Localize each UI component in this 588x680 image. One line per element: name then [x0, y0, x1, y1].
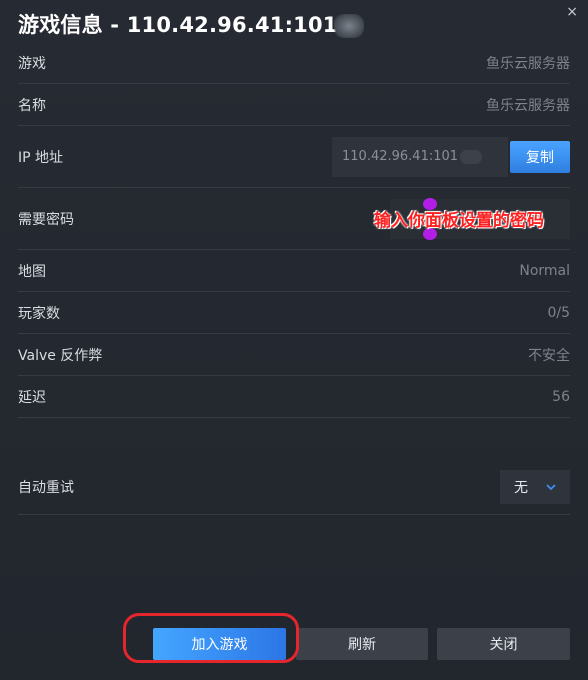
auto-retry-label: 自动重试 — [18, 480, 74, 496]
game-value: 鱼乐云服务器 — [486, 55, 570, 72]
dialog-title: 游戏信息 - 110.42.96.41:101 — [18, 9, 364, 39]
row-vac: Valve 反作弊 不安全 — [18, 334, 570, 376]
row-ip: IP 地址 110.42.96.41:101 复制 — [18, 126, 570, 188]
row-name: 名称 鱼乐云服务器 — [18, 84, 570, 126]
players-value: 0/5 — [547, 304, 570, 321]
chevron-down-icon — [546, 480, 556, 494]
ip-label: IP 地址 — [18, 149, 64, 166]
map-value: Normal — [519, 262, 570, 279]
dialog-title-text: 游戏信息 - 110.42.96.41:101 — [18, 13, 338, 37]
highlight-annotation-ring — [123, 613, 299, 663]
copy-button[interactable]: 复制 — [510, 140, 570, 173]
latency-label: 延迟 — [18, 389, 46, 406]
close-icon[interactable]: × — [566, 4, 578, 20]
password-annotation: 输入你面板设置的密码 — [374, 211, 544, 231]
name-value: 鱼乐云服务器 — [486, 97, 570, 114]
game-label: 游戏 — [18, 55, 46, 72]
row-latency: 延迟 56 — [18, 376, 570, 418]
row-game: 游戏 鱼乐云服务器 — [18, 42, 570, 84]
auto-retry-select[interactable]: 无 — [500, 470, 570, 504]
ip-address-field[interactable]: 110.42.96.41:101 — [332, 136, 508, 177]
close-button[interactable]: 关闭 — [437, 628, 570, 660]
ip-box: 110.42.96.41:101 复制 — [332, 136, 570, 177]
vac-label: Valve 反作弊 — [18, 347, 103, 364]
vac-value: 不安全 — [528, 347, 570, 364]
map-label: 地图 — [18, 263, 46, 280]
name-label: 名称 — [18, 97, 46, 114]
ip-address-value: 110.42.96.41:101 — [342, 149, 459, 164]
redacted-blur — [460, 149, 483, 164]
row-players: 玩家数 0/5 — [18, 292, 570, 334]
row-map: 地图 Normal — [18, 250, 570, 292]
redacted-blur — [333, 14, 364, 38]
players-label: 玩家数 — [18, 305, 60, 322]
game-info-dialog: 游戏信息 - 110.42.96.41:101 × 游戏 鱼乐云服务器 名称 鱼… — [0, 0, 588, 680]
row-auto-retry: 自动重试 无 — [18, 460, 570, 515]
password-label: 需要密码 — [18, 211, 74, 228]
refresh-button[interactable]: 刷新 — [296, 628, 428, 660]
latency-value: 56 — [552, 388, 570, 405]
auto-retry-selected: 无 — [514, 480, 528, 496]
